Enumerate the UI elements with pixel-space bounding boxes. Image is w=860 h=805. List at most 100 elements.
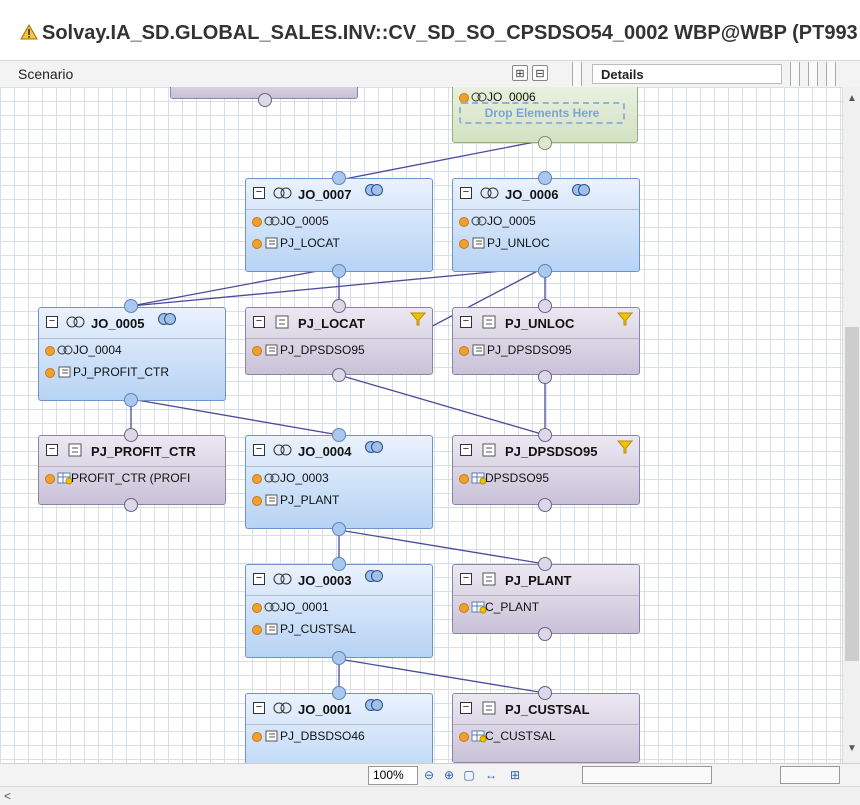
details-tab[interactable]: Details	[592, 64, 782, 84]
edge[interactable]	[338, 529, 546, 565]
node-input-row[interactable]: PJ_PROFIT_CTR	[39, 361, 225, 383]
node-pj-unloc[interactable]: − PJ_UNLOC PJ_DPSDSO95	[452, 307, 640, 375]
node-jo-0003[interactable]: − JO_0003 JO_0001 PJ_CUSTSAL	[245, 564, 433, 658]
collapse-all-icon[interactable]: ⊟	[532, 65, 548, 81]
node-input-row[interactable]: PJ_LOCAT	[246, 232, 432, 254]
vertical-scrollbar[interactable]: ▲ ▼	[842, 87, 860, 763]
collapse-toggle[interactable]: −	[46, 316, 58, 328]
input-port[interactable]	[538, 627, 552, 641]
layout-icon[interactable]: ⊞	[506, 767, 524, 784]
collapse-toggle[interactable]: −	[460, 187, 472, 199]
collapse-toggle[interactable]: −	[46, 444, 58, 456]
horizontal-scrollbar[interactable]: <	[0, 786, 860, 805]
input-port[interactable]	[538, 370, 552, 384]
node-jo-0004[interactable]: − JO_0004 JO_0003 PJ_PLANT	[245, 435, 433, 529]
edge[interactable]	[338, 374, 546, 436]
drop-elements-zone[interactable]: Drop Elements Here	[459, 102, 625, 124]
input-port[interactable]	[538, 264, 552, 278]
node-jo-0005[interactable]: − JO_0005 JO_0004 PJ_PROFIT_CTR	[38, 307, 226, 401]
node-input-row[interactable]: JO_0003	[246, 467, 432, 489]
node-input-row[interactable]: JO_0004	[39, 339, 225, 361]
node-input-row[interactable]: PJ_PLANT	[246, 489, 432, 511]
collapse-toggle[interactable]: −	[253, 702, 265, 714]
collapse-toggle[interactable]: −	[460, 316, 472, 328]
node-input-row[interactable]: C_CUSTSAL	[453, 725, 639, 747]
output-port[interactable]	[538, 557, 552, 571]
edge[interactable]	[130, 266, 340, 307]
zoom-level-field[interactable]: 100%	[368, 766, 418, 785]
output-port[interactable]	[332, 428, 346, 442]
input-port[interactable]	[332, 651, 346, 665]
input-port[interactable]	[332, 264, 346, 278]
panel-splitter[interactable]	[808, 62, 818, 86]
node-input-row[interactable]: PJ_DBSDSO46	[246, 725, 432, 747]
zoom-in-icon[interactable]: ⊕	[440, 767, 458, 784]
scroll-left-icon[interactable]: <	[4, 789, 11, 803]
collapse-toggle[interactable]: −	[253, 444, 265, 456]
node-pj-locat[interactable]: − PJ_LOCAT PJ_DPSDSO95	[245, 307, 433, 375]
node-pj-plant[interactable]: − PJ_PLANT C_PLANT	[452, 564, 640, 634]
input-port[interactable]	[538, 498, 552, 512]
node-input-label: PJ_PLANT	[280, 493, 340, 507]
fit-icon[interactable]: ▢	[460, 767, 478, 784]
scenario-canvas[interactable]: JO_0006 Drop Elements Here − JO_0007 JO_…	[0, 87, 842, 763]
node-pj-dpsdso95[interactable]: − PJ_DPSDSO95 DPSDSO95	[452, 435, 640, 505]
edge[interactable]	[130, 398, 340, 436]
outline-thumbnail[interactable]	[780, 766, 840, 784]
output-port[interactable]	[258, 93, 272, 107]
outline-thumbnail[interactable]	[582, 766, 712, 784]
node-title: PJ_DPSDSO95	[505, 444, 598, 459]
edge[interactable]	[338, 139, 546, 181]
node-jo-0006[interactable]: − JO_0006 JO_0005 PJ_UNLOC	[452, 178, 640, 272]
collapse-toggle[interactable]: −	[253, 187, 265, 199]
output-port[interactable]	[538, 686, 552, 700]
output-port[interactable]	[538, 299, 552, 313]
node-input-row[interactable]: DPSDSO95	[453, 467, 639, 489]
output-port[interactable]	[124, 299, 138, 313]
panel-splitter[interactable]	[826, 62, 836, 86]
output-port[interactable]	[332, 557, 346, 571]
filter-icon	[410, 312, 426, 326]
input-port[interactable]	[332, 368, 346, 382]
output-port[interactable]	[538, 171, 552, 185]
collapse-toggle[interactable]: −	[460, 573, 472, 585]
edge[interactable]	[338, 658, 546, 694]
collapse-toggle[interactable]: −	[460, 702, 472, 714]
input-port[interactable]	[124, 393, 138, 407]
output-port[interactable]	[332, 686, 346, 700]
node-input-row[interactable]: PJ_UNLOC	[453, 232, 639, 254]
output-port[interactable]	[538, 428, 552, 442]
zoom-out-icon[interactable]: ⊖	[420, 767, 438, 784]
fit-width-icon[interactable]: ↔	[482, 767, 500, 784]
output-port[interactable]	[332, 171, 346, 185]
node-pj-profit-ctr[interactable]: − PJ_PROFIT_CTR PROFIT_CTR (PROFI	[38, 435, 226, 505]
node-jo-0001[interactable]: − JO_0001 PJ_DBSDSO46	[245, 693, 433, 763]
node-top-aggregation[interactable]: JO_0006 Drop Elements Here	[452, 87, 638, 143]
input-port[interactable]	[332, 522, 346, 536]
collapse-toggle[interactable]: −	[253, 573, 265, 585]
node-input-row[interactable]: PJ_DPSDSO95	[453, 339, 639, 361]
node-input-row[interactable]: PROFIT_CTR (PROFI	[39, 467, 225, 489]
scroll-down-icon[interactable]: ▼	[846, 743, 858, 755]
panel-splitter[interactable]	[790, 62, 800, 86]
node-input-row[interactable]: PJ_DPSDSO95	[246, 339, 432, 361]
node-input-row[interactable]: PJ_CUSTSAL	[246, 618, 432, 640]
node-input-row[interactable]: JO_0005	[246, 210, 432, 232]
output-port[interactable]	[332, 299, 346, 313]
panel-splitter[interactable]	[572, 62, 582, 86]
expand-all-icon[interactable]: ⊞	[512, 65, 528, 81]
node-input-row[interactable]: C_PLANT	[453, 596, 639, 618]
join-type-icon	[158, 313, 176, 325]
input-port[interactable]	[538, 136, 552, 150]
input-port[interactable]	[124, 498, 138, 512]
node-input-row[interactable]: JO_0001	[246, 596, 432, 618]
join-icon	[471, 216, 487, 226]
collapse-toggle[interactable]: −	[253, 316, 265, 328]
scroll-up-icon[interactable]: ▲	[846, 93, 858, 105]
node-jo-0007[interactable]: − JO_0007 JO_0005 PJ_LOCAT	[245, 178, 433, 272]
scroll-thumb[interactable]	[845, 327, 859, 661]
collapse-toggle[interactable]: −	[460, 444, 472, 456]
node-input-row[interactable]: JO_0005	[453, 210, 639, 232]
output-port[interactable]	[124, 428, 138, 442]
node-pj-custsal[interactable]: − PJ_CUSTSAL C_CUSTSAL	[452, 693, 640, 763]
